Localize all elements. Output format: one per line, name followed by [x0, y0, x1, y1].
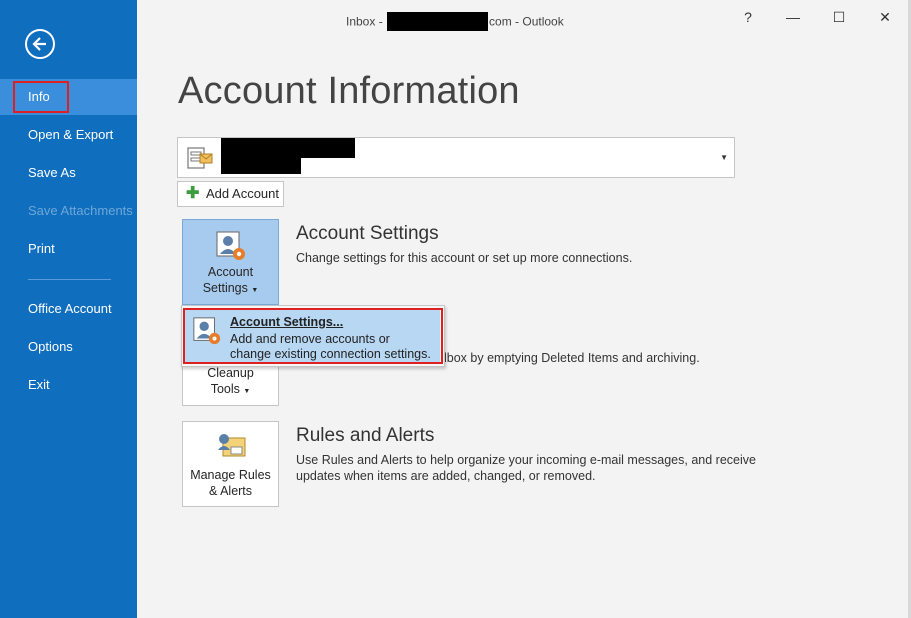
rules-alerts-icon: [218, 434, 246, 457]
rules-alerts-description-line1: Use Rules and Alerts to help organize yo…: [296, 453, 756, 467]
info-highlight-box: [13, 81, 69, 113]
redacted-account-name: [221, 138, 355, 158]
manage-rules-button[interactable]: Manage Rules & Alerts: [182, 421, 279, 507]
account-settings-button[interactable]: Account Settings ▼: [182, 219, 279, 305]
redacted-email: [387, 12, 489, 31]
add-account-button[interactable]: ✚ Add Account: [177, 181, 284, 207]
menu-highlight-box: [183, 308, 443, 364]
page-title: Account Information: [178, 70, 520, 112]
account-settings-button-line2: Settings ▼: [202, 281, 259, 295]
mailbox-icon: [187, 147, 213, 169]
sidebar-item-options[interactable]: Options: [0, 329, 137, 365]
minimize-button[interactable]: —: [778, 6, 808, 28]
sidebar-item-office-account[interactable]: Office Account: [0, 291, 137, 327]
redacted-account-type: [221, 157, 301, 174]
account-selector[interactable]: ▼: [177, 137, 735, 178]
account-settings-icon: [216, 231, 245, 260]
sidebar-divider: [28, 279, 111, 280]
cleanup-description: lbox by emptying Deleted Items and archi…: [444, 351, 700, 365]
add-account-label: Add Account: [206, 186, 279, 201]
back-button[interactable]: [25, 29, 55, 59]
close-button[interactable]: ✕: [870, 6, 900, 28]
cleanup-tools-button-line1: Cleanup: [207, 366, 254, 380]
sidebar-item-print[interactable]: Print: [0, 231, 137, 267]
maximize-button[interactable]: ☐: [824, 6, 854, 28]
rules-alerts-title: Rules and Alerts: [296, 425, 435, 446]
rules-alerts-description-line2: updates when items are added, changed, o…: [296, 469, 596, 483]
manage-rules-button-line1: Manage Rules: [190, 468, 271, 482]
sidebar-item-save-attachments: Save Attachments: [28, 203, 133, 218]
back-arrow-icon: [32, 37, 46, 51]
window-title: Inbox - com - Outlook: [346, 12, 564, 32]
account-settings-button-line1: Account: [207, 265, 254, 279]
help-button[interactable]: ?: [733, 6, 763, 28]
sidebar-item-save-as[interactable]: Save As: [0, 155, 137, 191]
sidebar-item-exit[interactable]: Exit: [0, 367, 137, 403]
account-settings-description: Change settings for this account or set …: [296, 251, 633, 265]
sidebar-item-open-export[interactable]: Open & Export: [0, 117, 137, 153]
chevron-down-icon: ▼: [720, 153, 728, 162]
account-settings-title: Account Settings: [296, 223, 439, 244]
dropdown-caret-icon: ▼: [243, 388, 251, 395]
dropdown-caret-icon: ▼: [251, 287, 259, 294]
window-title-prefix: Inbox -: [346, 14, 387, 29]
cleanup-tools-button-line2: Tools ▼: [210, 382, 251, 396]
manage-rules-button-line2: & Alerts: [208, 484, 253, 498]
plus-icon: ✚: [186, 185, 200, 202]
window-title-suffix: com - Outlook: [489, 14, 564, 29]
